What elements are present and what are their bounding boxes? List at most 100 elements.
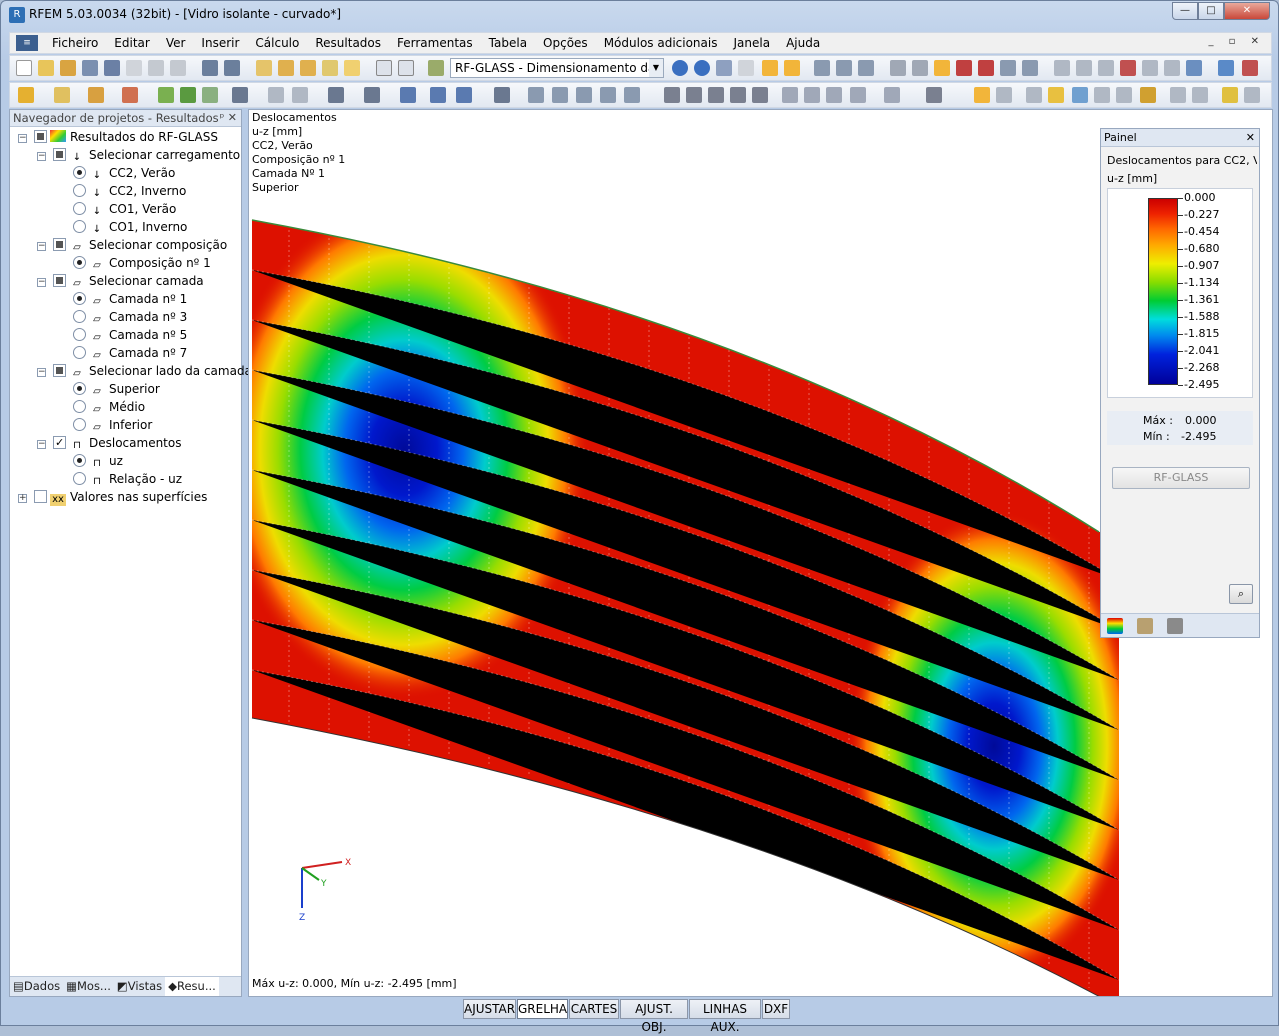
tree-side-group[interactable]: ▱ Selecionar lado da camada [53, 362, 252, 380]
mdi-window-controls[interactable]: _ ▫ ✕ [1208, 36, 1265, 47]
tab-vistas[interactable]: ◩Vistas [114, 977, 165, 996]
radio-layer-5[interactable] [73, 328, 86, 341]
menu-janela[interactable]: Janela [725, 36, 778, 50]
tree-item-side-inferior[interactable]: ▱ Inferior [73, 416, 152, 434]
collapse-icon[interactable]: − [37, 152, 46, 161]
color-scale-bar[interactable] [1148, 198, 1178, 385]
radio-side-superior[interactable] [73, 382, 86, 395]
status-linhas-aux[interactable]: LINHAS AUX. [689, 999, 761, 1034]
panel-icon[interactable] [398, 60, 414, 76]
radio-load-cc2-verao[interactable] [73, 166, 86, 179]
display-values-icon[interactable] [974, 87, 990, 103]
view-y-icon[interactable] [804, 87, 820, 103]
pin-close-icon[interactable]: ᵖ ✕ [220, 110, 237, 126]
tree-item-composition-1[interactable]: ▱ Composição nº 1 [73, 254, 211, 272]
zoom-legend-icon[interactable]: ⌕ [1229, 584, 1253, 604]
tree-item-layer-1[interactable]: ▱ Camada nº 1 [73, 290, 187, 308]
edit-icon[interactable] [256, 60, 272, 76]
tree-surface-values[interactable]: xx Valores nas superfícies [34, 488, 207, 506]
radio-layer-7[interactable] [73, 346, 86, 359]
measure-icon[interactable] [1000, 60, 1016, 76]
perspective-icon[interactable] [884, 87, 900, 103]
checkbox-root[interactable] [34, 130, 47, 143]
display-members-icon[interactable] [1094, 87, 1110, 103]
status-cartes[interactable]: CARTES [569, 999, 619, 1019]
close-button[interactable]: ✕ [1224, 2, 1270, 20]
member-load-icon[interactable] [268, 87, 284, 103]
tree-layer-group[interactable]: ▱ Selecionar camada [53, 272, 204, 290]
load-icon[interactable] [232, 87, 248, 103]
menu-resultados[interactable]: Resultados [307, 36, 389, 50]
radio-layer-1[interactable] [73, 292, 86, 305]
checkbox-layer-group[interactable] [53, 274, 66, 287]
module-icon[interactable] [428, 60, 444, 76]
display-nodes-icon[interactable] [1026, 87, 1042, 103]
color-scale-icon[interactable] [1107, 618, 1123, 634]
tree-item-load-cc2-verao[interactable]: ↓ CC2, Verão [73, 164, 175, 182]
radio-disp-uz[interactable] [73, 454, 86, 467]
status-dxf[interactable]: DXF [762, 999, 790, 1019]
tree-item-layer-3[interactable]: ▱ Camada nº 3 [73, 308, 187, 326]
mirror-icon[interactable] [1098, 60, 1114, 76]
line-icon[interactable] [54, 87, 70, 103]
tree-item-load-co1-inverno[interactable]: ↓ CO1, Inverno [73, 218, 187, 236]
close-icon[interactable]: ✕ [1246, 129, 1255, 146]
member-icon[interactable] [88, 87, 104, 103]
delete-icon[interactable] [1120, 60, 1136, 76]
tab-dados[interactable]: ▤Dados [10, 977, 63, 996]
tree-root[interactable]: Resultados do RF-GLASS [34, 128, 218, 146]
display-surfaces-icon[interactable] [1048, 87, 1064, 103]
report-icon[interactable] [1222, 87, 1238, 103]
display-loads-icon[interactable] [1170, 87, 1186, 103]
view-3d-icon[interactable] [730, 87, 746, 103]
tree-item-load-co1-verao[interactable]: ↓ CO1, Verão [73, 200, 176, 218]
open-folder-icon[interactable] [38, 60, 54, 76]
export-icon[interactable] [1218, 60, 1234, 76]
factor-icon[interactable] [1137, 618, 1153, 634]
menu-opcoes[interactable]: Opções [535, 36, 596, 50]
radio-load-co1-inverno[interactable] [73, 220, 86, 233]
radio-composition-1[interactable] [73, 256, 86, 269]
zoom-all-icon[interactable] [664, 87, 680, 103]
next-icon[interactable] [694, 60, 710, 76]
iso-view-icon[interactable] [400, 87, 416, 103]
group-a-icon[interactable] [528, 87, 544, 103]
tree-disp-group[interactable]: ⊓ Deslocamentos [53, 434, 181, 452]
tool-b-icon[interactable] [1076, 60, 1092, 76]
menu-tabela[interactable]: Tabela [481, 36, 535, 50]
checkbox-side-group[interactable] [53, 364, 66, 377]
group-e-icon[interactable] [624, 87, 640, 103]
minimize-button[interactable]: — [1172, 2, 1198, 20]
snap-icon[interactable] [956, 60, 972, 76]
tree-item-side-medio[interactable]: ▱ Médio [73, 398, 145, 416]
collapse-icon[interactable]: − [37, 278, 46, 287]
tree-item-load-cc2-inverno[interactable]: ↓ CC2, Inverno [73, 182, 186, 200]
checkbox-comp-group[interactable] [53, 238, 66, 251]
support-icon[interactable] [122, 87, 138, 103]
checkbox-surface-values[interactable] [34, 490, 47, 503]
status-ajustar[interactable]: AJUSTAR [463, 999, 516, 1019]
object-snap-icon[interactable] [978, 60, 994, 76]
zoom-icon[interactable] [708, 87, 724, 103]
tree-item-disp-uz[interactable]: ⊓ uz [73, 452, 123, 470]
radio-load-cc2-inverno[interactable] [73, 184, 86, 197]
dimension-icon[interactable] [1022, 60, 1038, 76]
checkbox-disp-group[interactable] [53, 434, 66, 452]
tab-resultados[interactable]: ◆Resu... [165, 977, 219, 996]
calculate-icon[interactable] [278, 60, 294, 76]
menu-calculo[interactable]: Cálculo [247, 36, 307, 50]
tree-item-disp-ratio-uz[interactable]: ⊓ Relação - uz [73, 470, 182, 488]
chevron-down-icon[interactable]: ▼ [649, 59, 663, 77]
collapse-icon[interactable]: − [37, 368, 46, 377]
menu-ver[interactable]: Ver [158, 36, 194, 50]
node-icon[interactable] [18, 87, 34, 103]
maximize-button[interactable]: □ [1198, 2, 1224, 20]
results-icon[interactable] [322, 60, 338, 76]
filter-icon[interactable] [494, 87, 510, 103]
redo-icon[interactable] [224, 60, 240, 76]
view-box-icon[interactable] [752, 87, 768, 103]
tool-a-icon[interactable] [1054, 60, 1070, 76]
view-x-icon[interactable] [782, 87, 798, 103]
visibility-icon[interactable] [456, 87, 472, 103]
menu-ferramentas[interactable]: Ferramentas [389, 36, 481, 50]
